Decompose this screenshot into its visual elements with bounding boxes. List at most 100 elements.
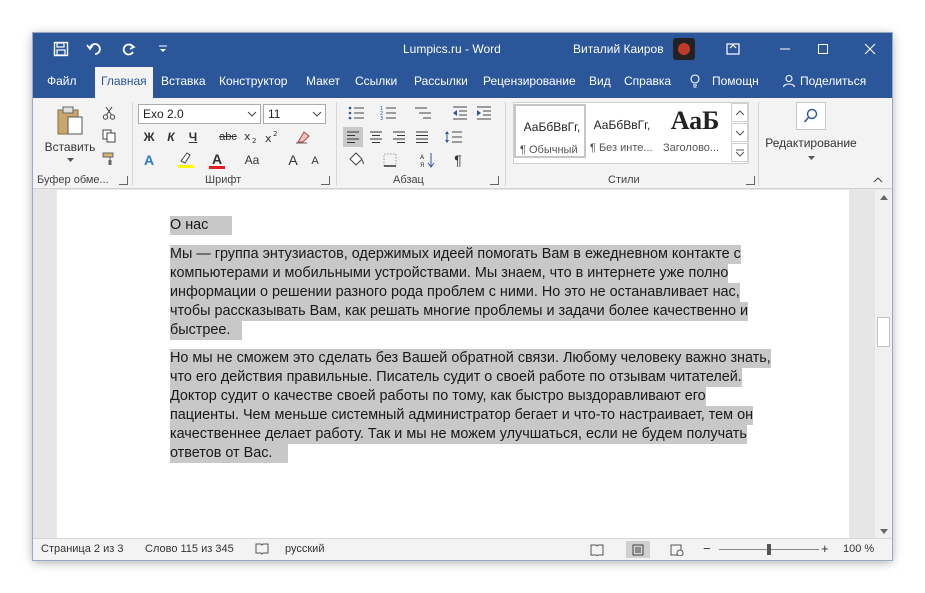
chevron-down-icon[interactable] [309,105,325,123]
justify-icon[interactable] [412,127,432,147]
paragraph-1[interactable]: Мы — группа энтузиастов, одержимых идеей… [170,245,800,341]
search-icon[interactable] [796,102,826,130]
tab-view[interactable]: Вид [589,74,611,88]
save-icon[interactable] [51,40,71,58]
format-painter-icon[interactable] [99,150,119,168]
vertical-scrollbar[interactable] [875,190,892,538]
scroll-down-icon[interactable] [875,524,892,538]
clear-formatting-icon[interactable] [293,128,313,146]
more-styles-icon[interactable] [731,143,748,162]
chevron-down-icon[interactable] [731,123,748,142]
tab-insert[interactable]: Вставка [161,74,206,88]
font-launcher[interactable] [321,176,330,185]
zoom-out-button[interactable]: − [703,541,711,556]
avatar[interactable] [673,38,695,60]
print-layout-icon[interactable] [626,541,650,558]
read-mode-icon[interactable] [585,541,609,558]
chevron-down-icon[interactable] [244,105,260,123]
underline-button[interactable]: Ч [184,128,202,146]
paste-dropdown-icon[interactable] [63,156,77,164]
align-left-icon[interactable] [343,127,363,147]
align-center-icon[interactable] [366,127,386,147]
paste-button-label[interactable]: Вставить [45,140,96,154]
paragraph-2[interactable]: Но мы не сможем это сделать без Вашей об… [170,349,830,464]
tab-references[interactable]: Ссылки [355,74,397,88]
heading-text: О нас [170,216,209,235]
borders-icon[interactable] [375,150,405,170]
tab-tell-me[interactable]: Помощн [712,74,759,88]
styles-launcher[interactable] [746,176,755,185]
superscript-icon[interactable]: x2 [263,128,281,146]
svg-text:3: 3 [380,116,383,120]
ribbon-display-icon[interactable] [721,37,745,61]
tab-design[interactable]: Конструктор [219,74,287,88]
show-formatting-button[interactable]: ¶ [449,150,467,170]
sort-icon[interactable]: AЯ [418,150,438,170]
tab-share[interactable]: Поделиться [800,74,866,88]
shrink-font-button[interactable]: A [308,152,322,170]
italic-button[interactable]: К [162,128,180,146]
maximize-icon[interactable] [811,37,835,61]
tab-home[interactable]: Главная [95,67,153,98]
font-color-button[interactable]: A [207,150,227,170]
proofing-icon[interactable] [255,543,269,558]
strikethrough-button[interactable]: abc [217,128,239,146]
decrease-indent-icon[interactable] [450,104,470,122]
style-name: Заголово... [663,142,720,154]
paragraph-launcher[interactable] [490,176,499,185]
collapse-ribbon-icon[interactable] [871,174,885,186]
line-spacing-icon[interactable] [440,127,470,147]
font-size-box[interactable]: 11 [263,104,326,124]
zoom-slider-thumb[interactable] [767,544,771,555]
zoom-level[interactable]: 100 % [843,543,874,555]
tab-layout[interactable]: Макет [306,74,340,88]
editing-dropdown-icon[interactable] [804,154,818,162]
style-normal[interactable]: АаБбВвГг, ¶ Обычный [514,104,586,158]
undo-icon[interactable] [85,40,105,58]
change-case-button[interactable]: Aa [238,150,266,170]
lightbulb-icon[interactable] [689,74,701,91]
editing-button[interactable]: Редактирование [761,136,861,150]
clipboard-launcher[interactable] [119,176,128,185]
highlight-icon[interactable] [173,150,199,170]
grow-font-button[interactable]: A [285,150,301,170]
scroll-thumb[interactable] [877,317,890,347]
minimize-icon[interactable] [773,37,797,61]
heading-paragraph[interactable]: О нас [170,216,233,235]
font-name-box[interactable]: Exo 2.0 [138,104,261,124]
user-name[interactable]: Виталий Каиров [573,42,664,56]
style-heading[interactable]: АаБ Заголово... [659,104,731,158]
page-count[interactable]: Страница 2 из 3 [41,543,123,555]
zoom-in-button[interactable]: + [821,541,829,556]
close-icon[interactable] [858,37,882,61]
cut-icon[interactable] [99,104,119,122]
person-icon[interactable] [782,74,796,91]
web-layout-icon[interactable] [665,541,689,558]
multilevel-list-icon[interactable] [407,104,439,122]
customize-icon[interactable] [153,40,173,58]
align-right-icon[interactable] [389,127,409,147]
copy-icon[interactable] [99,127,119,145]
text-effects-button[interactable]: A [140,150,158,170]
language[interactable]: русский [285,543,324,555]
tab-file[interactable]: Файл [47,74,77,88]
increase-indent-icon[interactable] [474,104,494,122]
divider [758,102,759,186]
bold-button[interactable]: Ж [140,128,158,146]
text-line: быстрее. [170,321,231,341]
numbering-icon[interactable]: 123 [376,104,404,122]
scroll-up-icon[interactable] [875,190,892,204]
document-page[interactable]: О нас Мы — группа энтузиастов, одержимых… [57,190,849,538]
shading-icon[interactable] [342,150,372,170]
tab-review[interactable]: Рецензирование [483,74,576,88]
tab-mailings[interactable]: Рассылки [414,74,468,88]
subscript-icon[interactable]: x2 [242,128,260,146]
paste-icon[interactable] [53,104,87,138]
chevron-up-icon[interactable] [731,103,748,122]
svg-text:x: x [244,130,251,143]
bullets-icon[interactable] [344,104,372,122]
word-count[interactable]: Слово 115 из 345 [145,543,234,555]
redo-icon[interactable] [119,40,139,58]
style-no-spacing[interactable]: АаБбВвГг, ¶ Без инте... [586,104,658,158]
tab-help[interactable]: Справка [624,74,671,88]
